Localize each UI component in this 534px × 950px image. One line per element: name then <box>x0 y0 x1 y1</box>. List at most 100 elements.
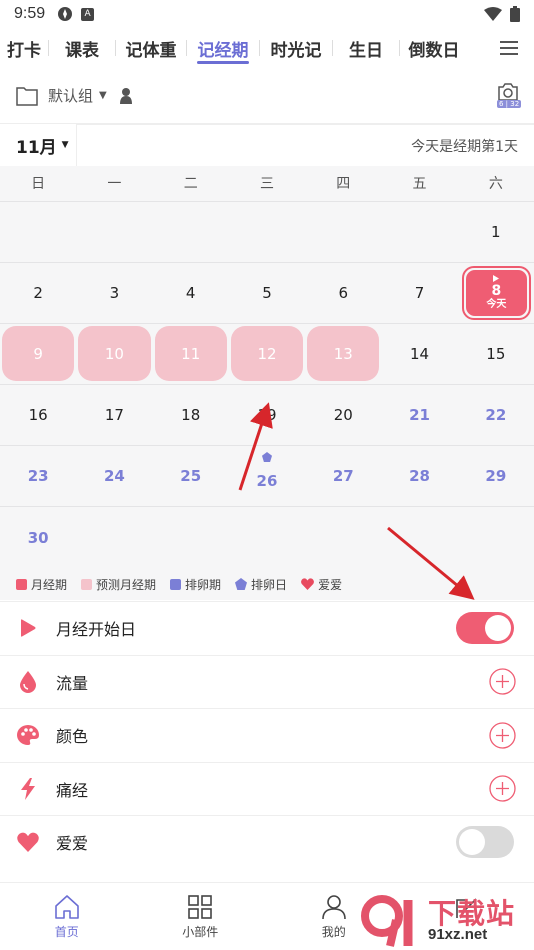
calendar-day[interactable]: 5 <box>229 263 305 323</box>
day-number: 22 <box>485 406 507 424</box>
calendar-day-predicted[interactable]: 13 <box>305 324 381 384</box>
calendar: 日一二三四五六 1 2 3 4 5 6 7 8 今天 9 10 11 12 13 14 15 16 17 18 19 2… <box>0 166 534 586</box>
legend-predicted: 预测月经期 <box>81 576 156 593</box>
calendar-day[interactable]: 23 <box>0 446 76 506</box>
calendar-day[interactable]: 25 <box>153 446 229 506</box>
tab-checkin[interactable]: 打卡 <box>0 28 48 68</box>
calendar-week-row: 2 3 4 5 6 7 8 今天 <box>0 263 534 324</box>
calendar-empty-cell <box>458 507 534 568</box>
month-selector[interactable]: 11月 ▼ <box>0 124 76 166</box>
nav-label: 我的 <box>321 924 346 939</box>
watermark-91-logo <box>361 895 413 947</box>
setting-label: 流量 <box>56 673 89 693</box>
calendar-empty-cell <box>381 202 457 262</box>
calendar-day[interactable]: 3 <box>76 263 152 323</box>
toggle-knob <box>459 829 485 856</box>
profile-icon <box>321 894 346 919</box>
calendar-day[interactable]: 4 <box>153 263 229 323</box>
calendar-day[interactable]: 16 <box>0 385 76 445</box>
menu-icon[interactable] <box>498 37 520 59</box>
flag-icon <box>493 275 500 282</box>
calendar-day-predicted[interactable]: 12 <box>229 324 305 384</box>
calendar-day[interactable]: 28 <box>381 446 457 506</box>
add-flow-button[interactable] <box>489 668 516 695</box>
day-number: 3 <box>109 284 120 302</box>
tab-birthday[interactable]: 生日 <box>333 28 399 68</box>
nav-home[interactable]: 首页 <box>0 883 134 950</box>
pentagon-icon <box>235 578 248 590</box>
calendar-day[interactable]: 29 <box>458 446 534 506</box>
folder-icon[interactable] <box>16 86 38 106</box>
person-icon[interactable] <box>119 87 133 105</box>
nav-widgets[interactable]: 小部件 <box>134 883 268 950</box>
day-number: 9 <box>33 345 43 363</box>
calendar-week-row: 23 24 25 26 27 28 29 <box>0 446 534 507</box>
calendar-day[interactable]: 19 <box>229 385 305 445</box>
heart-icon <box>301 578 315 590</box>
calendar-day-today[interactable]: 8 今天 <box>458 263 534 323</box>
calendar-day[interactable]: 2 <box>0 263 76 323</box>
group-bar: 默认组 ▼ 6 | 32 <box>0 68 534 124</box>
lightning-icon <box>21 777 35 800</box>
calendar-day[interactable]: 15 <box>458 324 534 384</box>
calendar-day[interactable]: 26 <box>229 446 305 506</box>
chevron-down-icon: ▼ <box>61 140 69 150</box>
day-number: 29 <box>485 467 507 485</box>
setting-label: 颜色 <box>56 727 89 747</box>
calendar-empty-cell <box>76 202 152 262</box>
calendar-day[interactable]: 27 <box>305 446 381 506</box>
calendar-day[interactable]: 14 <box>381 324 457 384</box>
love-toggle[interactable] <box>456 826 514 859</box>
screenshot-button[interactable]: 6 | 32 <box>496 82 524 114</box>
chevron-down-icon[interactable]: ▼ <box>99 90 107 101</box>
today-inner: 8 今天 <box>465 270 527 316</box>
day-number: 19 <box>257 406 277 424</box>
calendar-day-predicted[interactable]: 9 <box>0 324 76 384</box>
calendar-grid: 1 2 3 4 5 6 7 8 今天 9 10 11 12 13 14 15 16 17 18 19 20 21 22 23 2… <box>0 202 534 568</box>
day-number: 11 <box>181 345 201 363</box>
calendar-empty-cell <box>229 202 305 262</box>
day-number: 4 <box>185 284 196 302</box>
widgets-icon <box>188 894 213 919</box>
weekday-label: 日 <box>31 176 46 192</box>
tab-weight[interactable]: 记体重 <box>116 28 186 68</box>
wifi-icon <box>484 7 502 21</box>
day-number: 7 <box>414 284 425 302</box>
setting-color: 颜色 <box>0 708 534 762</box>
calendar-day[interactable]: 24 <box>76 446 152 506</box>
calendar-day-predicted[interactable]: 10 <box>76 324 152 384</box>
calendar-day[interactable]: 30 <box>0 507 76 568</box>
watermark-url: 91xz.net <box>428 926 488 943</box>
day-number: 14 <box>410 345 430 363</box>
calendar-day[interactable]: 1 <box>458 202 534 262</box>
calendar-day[interactable]: 20 <box>305 385 381 445</box>
day-number: 26 <box>256 472 278 490</box>
weekday-label: 三 <box>259 176 274 192</box>
calendar-day[interactable]: 17 <box>76 385 152 445</box>
add-cramps-button[interactable] <box>489 775 516 802</box>
period-start-toggle[interactable] <box>456 612 514 645</box>
calendar-day-predicted[interactable]: 11 <box>153 324 229 384</box>
day-number: 27 <box>332 467 354 485</box>
tab-period[interactable]: 记经期 <box>187 28 259 68</box>
day-number: 16 <box>28 406 48 424</box>
add-color-button[interactable] <box>489 722 516 749</box>
day-number: 17 <box>104 406 124 424</box>
tab-countdown[interactable]: 倒数日 <box>400 28 468 68</box>
calendar-day[interactable]: 7 <box>381 263 457 323</box>
calendar-day[interactable]: 21 <box>381 385 457 445</box>
day-number: 13 <box>333 345 353 363</box>
camera-count-badge: 6 | 32 <box>497 100 522 108</box>
tab-time-journal[interactable]: 时光记 <box>260 28 332 68</box>
calendar-day[interactable]: 22 <box>458 385 534 445</box>
pentagon-icon <box>261 452 272 462</box>
calendar-day[interactable]: 18 <box>153 385 229 445</box>
palette-icon <box>17 725 39 746</box>
ovulation-swatch <box>170 578 182 590</box>
group-selector[interactable]: 默认组 <box>48 85 93 106</box>
camera-icon <box>498 83 518 101</box>
tab-schedule[interactable]: 课表 <box>49 28 115 68</box>
day-number: 23 <box>27 467 49 485</box>
calendar-day[interactable]: 6 <box>305 263 381 323</box>
sync-icon <box>58 7 73 21</box>
